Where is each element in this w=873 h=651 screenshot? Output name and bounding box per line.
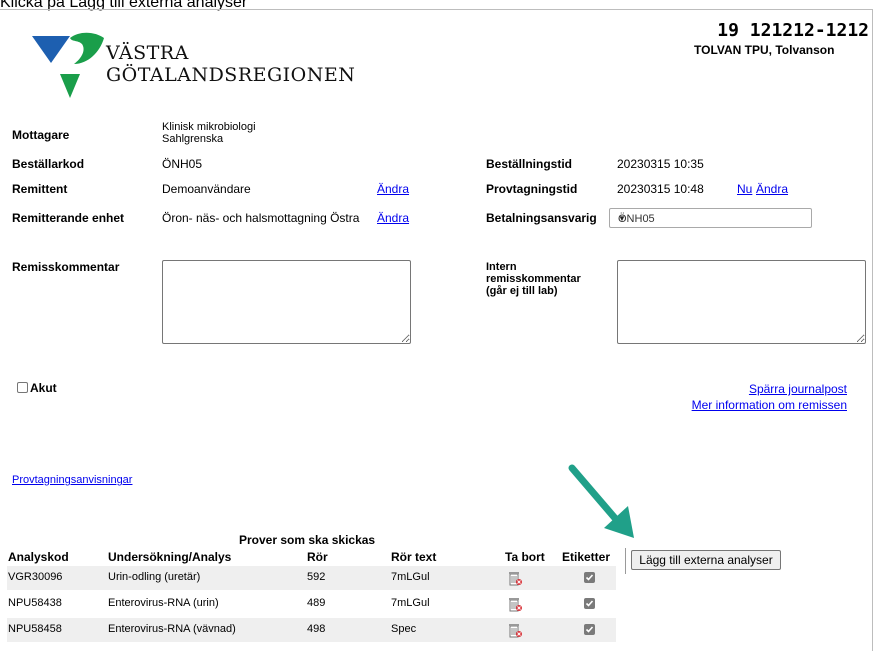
trash-icon[interactable] <box>508 570 522 586</box>
remisskommentar-label: Remisskommentar <box>12 260 120 274</box>
provtagningsanvisningar-link[interactable]: Provtagningsanvisningar <box>12 474 132 486</box>
bestallarkod-label: Beställarkod <box>12 157 85 171</box>
button-separator <box>625 548 626 574</box>
etikett-checkbox-checked-icon[interactable] <box>584 598 595 609</box>
provtagningstid-label: Provtagningstid <box>486 182 578 196</box>
cell-analys: Urin-odling (uretär) <box>108 571 201 583</box>
cell-analys: Enterovirus-RNA (urin) <box>108 597 219 609</box>
cell-analyskod: NPU58458 <box>8 623 62 635</box>
cell-analyskod: VGR30096 <box>8 571 63 583</box>
logo-text-line1: VÄSTRA <box>106 42 189 64</box>
mer-information-link[interactable]: Mer information om remissen <box>692 398 847 412</box>
patient-id: 19 121212-1212 <box>717 20 869 41</box>
cell-ror: 498 <box>307 623 326 635</box>
vgr-logo-icon <box>32 32 104 98</box>
bestallarkod-value: ÖNH05 <box>162 157 203 171</box>
table-header-undersokning: Undersökning/Analys <box>108 550 232 564</box>
trash-icon[interactable] <box>508 622 522 638</box>
mottagare-value-line1: Klinisk mikrobiologi <box>162 121 256 133</box>
chevron-down-icon: ▼ <box>618 214 626 223</box>
remitterande-enhet-label: Remitterande enhet <box>12 211 125 225</box>
cell-analys: Enterovirus-RNA (vävnad) <box>108 623 236 635</box>
table-header-ror: Rör <box>307 550 328 564</box>
betalningsansvarig-label: Betalningsansvarig <box>486 211 597 225</box>
table-header-ror-text: Rör text <box>391 550 437 564</box>
table-row: VGR30096 Urin-odling (uretär) 592 7mLGul <box>7 566 616 590</box>
frame-border-top <box>0 9 873 10</box>
provtagningstid-value: 20230315 10:48 <box>617 182 704 196</box>
cell-ror-text: Spec <box>391 623 417 635</box>
remittent-label: Remittent <box>12 182 68 196</box>
sparra-journalpost-link[interactable]: Spärra journalpost <box>749 382 847 396</box>
mottagare-label: Mottagare <box>12 128 70 142</box>
table-title: Prover som ska skickas <box>239 533 376 547</box>
remittent-andra-link[interactable]: Ändra <box>377 182 409 196</box>
table-row: NPU58438 Enterovirus-RNA (urin) 489 7mLG… <box>7 592 616 616</box>
cell-analyskod: NPU58438 <box>8 597 62 609</box>
bestallningstid-value: 20230315 10:35 <box>617 157 704 171</box>
etikett-checkbox-checked-icon[interactable] <box>584 572 595 583</box>
logo-text-line2: GÖTALANDSREGIONEN <box>106 64 356 86</box>
akut-checkbox[interactable] <box>17 382 28 393</box>
akut-label: Akut <box>30 381 57 395</box>
intern-label-line3: (går ej till lab) <box>486 285 558 297</box>
provtagningstid-nu-link[interactable]: Nu <box>737 182 752 196</box>
cell-ror-text: 7mLGul <box>391 571 430 583</box>
remitterande-andra-link[interactable]: Ändra <box>377 211 409 225</box>
table-row: NPU58458 Enterovirus-RNA (vävnad) 498 Sp… <box>7 618 616 642</box>
cell-ror-text: 7mLGul <box>391 597 430 609</box>
intern-label-line1: Intern <box>486 261 517 273</box>
instruction-caption: Klicka på Lägg till externa analyser <box>0 0 248 11</box>
arrow-annotation-icon <box>568 464 634 538</box>
provtagningstid-andra-link[interactable]: Ändra <box>756 182 788 196</box>
cell-ror: 489 <box>307 597 326 609</box>
intern-label-line2: remisskommentar <box>486 273 581 285</box>
table-header-etiketter: Etiketter <box>562 550 611 564</box>
table-header-ta-bort: Ta bort <box>505 550 545 564</box>
cell-ror: 592 <box>307 571 326 583</box>
lagg-till-externa-analyser-button[interactable]: Lägg till externa analyser <box>631 550 781 570</box>
remisskommentar-textarea[interactable] <box>162 260 411 344</box>
vgr-logo: VÄSTRA GÖTALANDSREGIONEN <box>30 30 370 102</box>
remitterande-enhet-value: Öron- näs- och halsmottagning Östra <box>162 211 360 225</box>
mottagare-value-line2: Sahlgrenska <box>162 133 224 145</box>
patient-name: TOLVAN TPU, Tolvanson <box>694 43 835 57</box>
betalningsansvarig-select[interactable]: ÖNH05 ▼ <box>609 208 812 228</box>
bestallningstid-label: Beställningstid <box>486 157 573 171</box>
intern-remisskommentar-textarea[interactable] <box>617 260 866 344</box>
table-header-analyskod: Analyskod <box>8 550 69 564</box>
remittent-value: Demoanvändare <box>162 182 251 196</box>
etikett-checkbox-checked-icon[interactable] <box>584 624 595 635</box>
trash-icon[interactable] <box>508 596 522 612</box>
